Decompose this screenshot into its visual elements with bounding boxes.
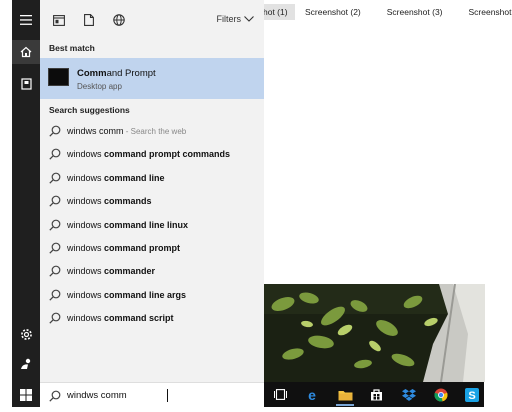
- best-match-heading: Best match: [49, 43, 95, 53]
- task-view-icon[interactable]: [269, 385, 291, 404]
- suggestion-prefix: windows: [67, 243, 105, 253]
- background-tab-4[interactable]: Screenshot: [463, 4, 512, 20]
- suggestion-prefix: windows: [67, 196, 105, 207]
- desktop-photo: [263, 284, 485, 382]
- settings-icon[interactable]: [12, 322, 40, 346]
- search-input[interactable]: windws comm: [67, 390, 127, 401]
- background-tab-2[interactable]: Screenshot (2): [299, 4, 367, 20]
- search-suggestion-text: windows commander: [67, 266, 155, 276]
- search-panel: Filters Best match Command Prompt Deskto…: [40, 0, 264, 382]
- suggestion-completion: command line args: [104, 289, 187, 300]
- suggestion-completion: command line: [104, 172, 165, 183]
- filters-label: Filters: [216, 14, 242, 24]
- search-icon: [49, 242, 61, 254]
- best-match-title-rest: and Prompt: [106, 68, 156, 79]
- suggestion-completion: command script: [104, 313, 174, 324]
- search-suggestion-item[interactable]: windws comm - Search the web: [40, 120, 264, 143]
- notebook-icon[interactable]: [12, 72, 40, 96]
- search-suggestions-heading: Search suggestions: [49, 105, 130, 115]
- search-icon: [49, 125, 61, 137]
- search-suggestion-text: windows command prompt: [67, 243, 180, 253]
- search-suggestion-item[interactable]: windows command script: [40, 307, 264, 330]
- search-suggestion-item[interactable]: windows command prompt commands: [40, 143, 264, 166]
- search-icon: [49, 312, 61, 324]
- photo-leaves-image: [263, 284, 485, 382]
- filters-button[interactable]: Filters: [217, 14, 255, 24]
- search-suggestion-item[interactable]: windows command line: [40, 167, 264, 190]
- store-icon[interactable]: [365, 385, 387, 404]
- search-suggestion-text: windows command line linux: [67, 220, 188, 230]
- search-suggestion-item[interactable]: windows command prompt: [40, 237, 264, 260]
- skype-icon[interactable]: S: [461, 385, 483, 404]
- suggestion-prefix: windws comm: [67, 126, 124, 136]
- windows-logo-icon: [20, 388, 32, 401]
- start-button[interactable]: [12, 382, 40, 407]
- suggestion-completion: command line linux: [104, 219, 189, 230]
- suggestion-completion: command prompt commands: [104, 149, 231, 160]
- taskbar: e S: [264, 382, 484, 407]
- search-icon: [49, 195, 61, 207]
- search-suggestion-item[interactable]: windows command line args: [40, 284, 264, 307]
- search-icon: [49, 289, 61, 301]
- search-box[interactable]: windws comm: [40, 382, 264, 407]
- suggestion-prefix: windows: [67, 313, 105, 324]
- file-explorer-icon[interactable]: [334, 385, 356, 406]
- background-tab-3[interactable]: Screenshot (3): [381, 4, 449, 20]
- best-match-title: Command Prompt: [77, 68, 156, 79]
- dropbox-icon[interactable]: [398, 385, 420, 404]
- home-icon[interactable]: [12, 40, 40, 64]
- best-match-title-bold: Comm: [77, 68, 107, 79]
- search-icon: [49, 172, 61, 184]
- suggestion-completion: commands: [104, 196, 152, 207]
- search-filter-toolbar: Filters: [40, 0, 264, 40]
- search-suggestion-text: windows command line args: [67, 290, 186, 300]
- search-suggestion-text: windows command script: [67, 313, 174, 323]
- hamburger-icon[interactable]: [12, 8, 40, 32]
- command-prompt-app-icon: [48, 68, 69, 86]
- start-rail: [12, 0, 40, 407]
- suggestion-prefix: windows: [67, 266, 105, 277]
- suggestion-prefix: windows: [67, 289, 105, 300]
- search-icon: [49, 265, 61, 278]
- suggestion-hint: - Search the web: [123, 127, 187, 136]
- search-icon: [49, 219, 61, 231]
- search-suggestion-text: windows command line: [67, 173, 165, 183]
- documents-icon[interactable]: [81, 12, 97, 28]
- search-suggestion-item[interactable]: windows commands: [40, 190, 264, 213]
- search-suggestion-text: windows command prompt commands: [67, 149, 230, 159]
- chrome-icon[interactable]: [430, 385, 452, 404]
- best-match-result[interactable]: Command Prompt Desktop app: [40, 58, 264, 99]
- search-icon: [49, 390, 61, 402]
- feedback-icon[interactable]: [12, 352, 40, 376]
- suggestion-completion: commander: [104, 266, 156, 277]
- background-window: hot (1) Screenshot (2) Screenshot (3) Sc…: [263, 0, 512, 284]
- text-cursor: [167, 389, 168, 402]
- search-suggestion-text: windws comm - Search the web: [67, 126, 186, 136]
- search-suggestion-item[interactable]: windows commander: [40, 260, 264, 283]
- web-icon[interactable]: [111, 12, 127, 28]
- edge-icon[interactable]: e: [301, 385, 323, 404]
- suggestion-prefix: windows: [67, 219, 105, 230]
- svg-text:e: e: [308, 388, 316, 402]
- background-tab-strip: hot (1) Screenshot (2) Screenshot (3) Sc…: [263, 4, 512, 20]
- apps-icon[interactable]: [51, 12, 67, 28]
- suggestion-prefix: windows: [67, 172, 105, 183]
- best-match-subtitle: Desktop app: [77, 82, 122, 91]
- svg-text:S: S: [468, 390, 475, 402]
- search-suggestion-text: windows commands: [67, 196, 152, 206]
- search-icon: [49, 148, 61, 161]
- search-suggestion-item[interactable]: windows command line linux: [40, 214, 264, 237]
- chevron-down-icon: [244, 16, 254, 22]
- background-tab-1[interactable]: hot (1): [263, 4, 295, 20]
- suggestion-prefix: windows: [67, 149, 105, 160]
- suggestion-completion: command prompt: [104, 243, 181, 253]
